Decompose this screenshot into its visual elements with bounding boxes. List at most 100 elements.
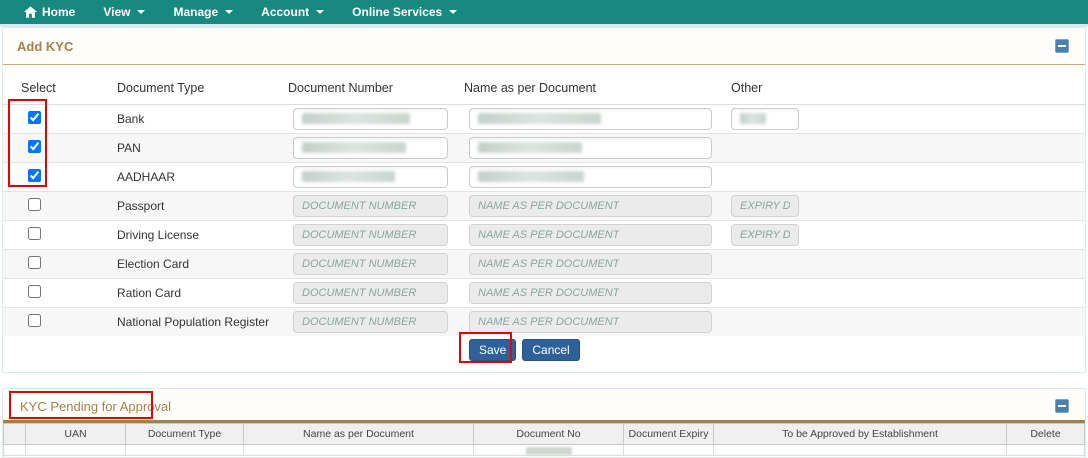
chevron-down-icon	[449, 10, 458, 14]
redacted-value	[302, 171, 395, 182]
select-checkbox-bank[interactable]	[28, 110, 41, 124]
select-checkbox-pan[interactable]	[28, 139, 41, 153]
kyc-document-table: Select Document Type Document Number Name a…	[3, 65, 1085, 336]
pending-cell	[243, 444, 474, 456]
redacted-value	[525, 447, 572, 455]
name-as-per-document-input[interactable]	[469, 165, 712, 188]
kyc-pending-table: UAN Document Type Name as per Document Docu…	[3, 423, 1085, 456]
name-as-per-document-input: NAME AS PER DOCUMENT	[469, 310, 712, 333]
placeholder-text: NAME AS PER DOCUMENT	[478, 315, 620, 328]
placeholder-text: DOCUMENT NUMBER	[302, 257, 417, 270]
column-header-document-type: Document Type	[91, 65, 287, 105]
document-number-input[interactable]	[293, 165, 448, 188]
redacted-value	[478, 113, 601, 124]
kyc-row-national-population-register: National Population Register DOCUMENT NUM…	[3, 306, 1085, 336]
kyc-pending-panel-heading: KYC Pending for Approval	[3, 389, 1085, 423]
kyc-table-body: Bank PAN AADHAAR Passport DOCUMENT NUMBER NAM…	[3, 103, 1085, 336]
document-number-input[interactable]	[293, 107, 448, 130]
document-number-input: DOCUMENT NUMBER	[293, 281, 448, 304]
name-as-per-document-input: NAME AS PER DOCUMENT	[469, 194, 712, 217]
pending-table-header-row: UAN Document Type Name as per Document Docu…	[3, 423, 1085, 445]
select-checkbox-national-population-register[interactable]	[28, 313, 41, 327]
nav-item-home[interactable]: Home	[10, 0, 89, 24]
pending-column-header-to-be-approved-by-establishment: To be Approved by Establishment	[713, 423, 1007, 445]
home-icon	[24, 6, 37, 18]
kyc-row-bank: Bank	[3, 103, 1085, 133]
pending-column-header-document-no: Document No	[473, 423, 624, 445]
pending-column-header-name-as-per-document: Name as per Document	[243, 423, 474, 445]
document-type-label: Driving License	[117, 227, 200, 242]
name-as-per-document-input: NAME AS PER DOCUMENT	[469, 281, 712, 304]
kyc-table-header-row: Select Document Type Document Number Name a…	[3, 65, 1085, 105]
pending-column-header-empty	[3, 423, 26, 445]
select-checkbox-passport[interactable]	[28, 197, 41, 211]
select-checkbox-election-card[interactable]	[28, 255, 41, 269]
name-as-per-document-input[interactable]	[469, 107, 712, 130]
redacted-value	[740, 113, 766, 124]
nav-item-manage[interactable]: Manage	[159, 0, 247, 24]
collapse-minus-icon[interactable]	[1055, 39, 1069, 53]
collapse-minus-icon[interactable]	[1055, 399, 1069, 413]
placeholder-text: EXPIRY DT	[740, 199, 790, 212]
select-checkbox-aadhaar[interactable]	[28, 168, 41, 182]
pending-cell	[1006, 444, 1085, 456]
document-number-input[interactable]	[293, 136, 448, 159]
nav-item-label: View	[103, 5, 131, 19]
placeholder-text: NAME AS PER DOCUMENT	[478, 228, 620, 241]
pending-cell	[623, 444, 714, 456]
placeholder-text: DOCUMENT NUMBER	[302, 315, 417, 328]
kyc-row-pan: PAN	[3, 132, 1085, 162]
nav-item-label: Home	[42, 5, 76, 19]
pending-cell	[125, 444, 244, 456]
document-number-input: DOCUMENT NUMBER	[293, 252, 448, 275]
other-input[interactable]	[731, 107, 799, 130]
redacted-value	[302, 142, 406, 153]
nav-item-online-services[interactable]: Online Services	[338, 0, 471, 24]
placeholder-text: DOCUMENT NUMBER	[302, 286, 417, 299]
kyc-row-ration-card: Ration Card DOCUMENT NUMBER NAME AS PER DO…	[3, 277, 1085, 307]
pending-cell	[473, 444, 624, 456]
nav-item-account[interactable]: Account	[247, 0, 338, 24]
document-type-label: Ration Card	[117, 285, 182, 300]
add-kyc-panel: Add KYC Select Document Type Document Numb…	[2, 27, 1086, 373]
navbar: Home View Manage Account Online Services	[0, 0, 1088, 24]
column-header-select: Select	[3, 65, 91, 105]
chevron-down-icon	[316, 10, 325, 14]
nav-item-label: Online Services	[352, 5, 443, 19]
kyc-pending-panel: KYC Pending for Approval UAN Document Typ…	[2, 388, 1086, 458]
name-as-per-document-input: NAME AS PER DOCUMENT	[469, 223, 712, 246]
other-input: EXPIRY DT	[731, 194, 799, 217]
add-kyc-title: Add KYC	[17, 39, 74, 54]
select-checkbox-ration-card[interactable]	[28, 284, 41, 298]
select-checkbox-driving-license[interactable]	[28, 226, 41, 240]
cancel-button[interactable]: Cancel	[522, 339, 580, 361]
add-kyc-panel-heading: Add KYC	[3, 28, 1085, 65]
document-type-label: National Population Register	[117, 314, 270, 329]
document-type-label: AADHAAR	[117, 169, 176, 184]
placeholder-text: DOCUMENT NUMBER	[302, 228, 417, 241]
kyc-row-election-card: Election Card DOCUMENT NUMBER NAME AS PER …	[3, 248, 1085, 278]
document-number-input: DOCUMENT NUMBER	[293, 194, 448, 217]
pending-table-partial-row	[3, 444, 1085, 456]
document-number-input: DOCUMENT NUMBER	[293, 223, 448, 246]
nav-item-view[interactable]: View	[89, 0, 159, 24]
pending-column-header-document-expiry: Document Expiry	[623, 423, 714, 445]
kyc-row-driving-license: Driving License DOCUMENT NUMBER NAME AS PE…	[3, 219, 1085, 249]
document-type-label: Passport	[117, 198, 165, 213]
pending-cell	[713, 444, 1007, 456]
redacted-value	[302, 113, 410, 124]
save-button[interactable]: Save	[469, 339, 517, 361]
chevron-down-icon	[137, 10, 146, 14]
placeholder-text: DOCUMENT NUMBER	[302, 199, 417, 212]
column-header-other: Other	[713, 65, 1085, 105]
nav-item-label: Account	[261, 5, 310, 19]
placeholder-text: EXPIRY DT	[740, 228, 790, 241]
placeholder-text: NAME AS PER DOCUMENT	[478, 286, 620, 299]
pending-column-header-document-type: Document Type	[125, 423, 244, 445]
name-as-per-document-input[interactable]	[469, 136, 712, 159]
placeholder-text: NAME AS PER DOCUMENT	[478, 199, 620, 212]
chevron-down-icon	[225, 10, 234, 14]
document-type-label: Election Card	[117, 256, 190, 271]
kyc-row-aadhaar: AADHAAR	[3, 161, 1085, 191]
other-input: EXPIRY DT	[731, 223, 799, 246]
